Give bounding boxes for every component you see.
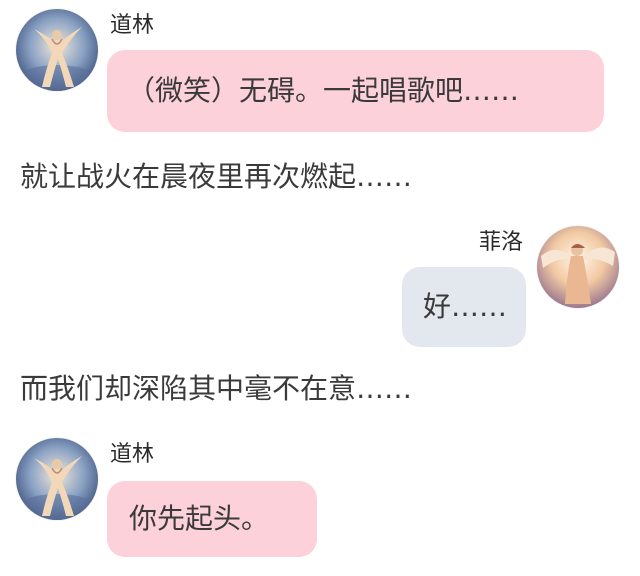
speaker-name: 菲洛 <box>478 230 523 255</box>
chat-bubble-text: 你先起头。 <box>129 502 270 535</box>
speaker-name: 道林 <box>110 442 155 467</box>
chat-bubble[interactable]: （微笑）无碍。一起唱歌吧…… <box>107 50 604 132</box>
feiluo-avatar-icon[interactable] <box>537 226 619 308</box>
chat-bubble-text: 好…… <box>423 290 508 323</box>
narration-text: 而我们却深陷其中毫不在意…… <box>20 372 413 405</box>
daolin-avatar-icon[interactable] <box>16 9 98 91</box>
narration-text: 就让战火在晨夜里再次燃起…… <box>20 160 413 193</box>
speaker-name: 道林 <box>110 13 155 38</box>
chat-bubble[interactable]: 你先起头。 <box>107 481 317 557</box>
daolin-avatar-icon[interactable] <box>16 438 98 520</box>
chat-bubble[interactable]: 好…… <box>402 267 526 347</box>
chat-bubble-text: （微笑）无碍。一起唱歌吧…… <box>127 74 520 107</box>
